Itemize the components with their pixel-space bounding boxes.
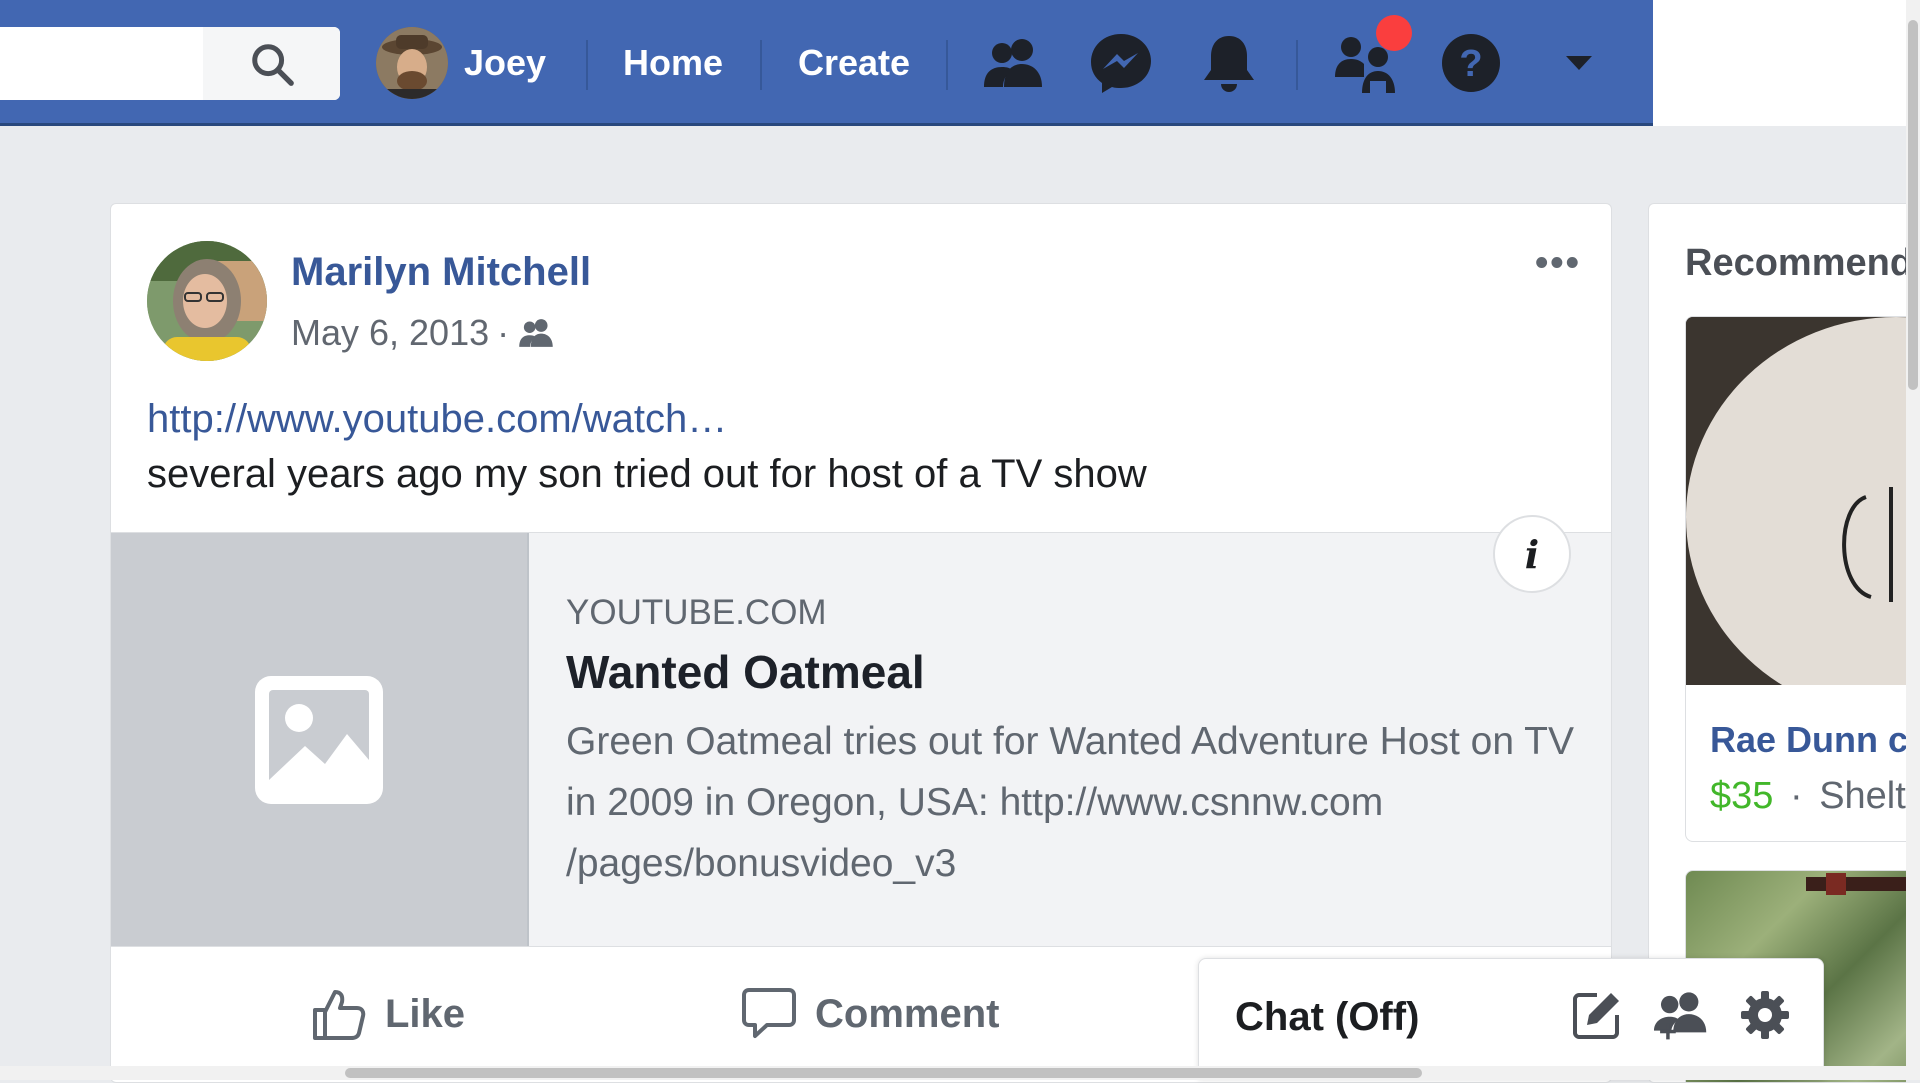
profile-link[interactable]: Joey bbox=[376, 0, 546, 126]
account-menu-icon[interactable] bbox=[1546, 0, 1612, 126]
recommendation-price: $35 bbox=[1710, 775, 1774, 817]
recommendations-heading: Recommend bbox=[1685, 242, 1906, 284]
recommendations-panel: Recommend Rae Dunn c $35 · Shelto bbox=[1648, 203, 1906, 1083]
notification-badge bbox=[1376, 15, 1412, 51]
help-icon[interactable]: ? bbox=[1436, 0, 1506, 126]
chat-settings-icon[interactable] bbox=[1737, 987, 1793, 1043]
more-options-button[interactable]: ••• bbox=[1535, 242, 1581, 285]
user-name-label: Joey bbox=[464, 42, 547, 83]
friends-icon[interactable] bbox=[978, 0, 1048, 126]
notifications-icon[interactable] bbox=[1194, 0, 1264, 126]
search-box bbox=[0, 27, 340, 100]
blank-area bbox=[1653, 0, 1906, 126]
preview-description: Green Oatmeal tries out for Wanted Adven… bbox=[566, 720, 1575, 885]
friends-audience-icon[interactable] bbox=[517, 318, 555, 348]
like-label: Like bbox=[385, 991, 466, 1036]
nav-divider bbox=[586, 40, 588, 90]
post-text: several years ago my son tried out for h… bbox=[147, 452, 1147, 496]
nav-divider bbox=[1296, 40, 1298, 90]
image-placeholder-icon bbox=[255, 675, 383, 804]
search-input[interactable] bbox=[0, 27, 200, 100]
messenger-icon[interactable] bbox=[1086, 0, 1156, 126]
vertical-scrollbar-thumb[interactable] bbox=[1908, 20, 1918, 390]
home-link[interactable]: Home bbox=[623, 0, 723, 126]
top-navigation-bar: Joey Home Create ? bbox=[0, 0, 1653, 126]
recommendation-price-row: $35 · Shelto bbox=[1710, 775, 1906, 818]
nav-divider bbox=[760, 40, 762, 90]
new-message-icon[interactable] bbox=[1569, 987, 1625, 1043]
recommendation-title[interactable]: Rae Dunn c bbox=[1710, 719, 1906, 761]
post-date-link[interactable]: May 6, 2013 bbox=[291, 312, 489, 354]
author-avatar[interactable] bbox=[147, 241, 267, 361]
create-link[interactable]: Create bbox=[798, 0, 910, 126]
search-icon bbox=[251, 43, 294, 86]
thumbs-up-icon bbox=[313, 990, 366, 1040]
meta-separator: · bbox=[497, 312, 510, 353]
preview-image-placeholder[interactable] bbox=[111, 533, 529, 946]
chat-bar[interactable]: Chat (Off) bbox=[1198, 958, 1824, 1080]
post-meta: May 6, 2013 · bbox=[291, 312, 555, 354]
recommendation-location: Shelto bbox=[1819, 775, 1906, 817]
horizontal-scrollbar-thumb[interactable] bbox=[345, 1068, 1422, 1078]
price-separator: · bbox=[1789, 775, 1803, 817]
chat-status-label[interactable]: Chat (Off) bbox=[1235, 995, 1419, 1040]
create-group-icon[interactable] bbox=[1653, 987, 1709, 1043]
recommendation-card[interactable]: Rae Dunn c $35 · Shelto bbox=[1685, 316, 1906, 842]
post-link[interactable]: http://www.youtube.com/watch… bbox=[147, 397, 727, 442]
post-card: Marilyn Mitchell May 6, 2013 · ••• http:… bbox=[110, 203, 1612, 1083]
search-button[interactable] bbox=[203, 27, 340, 100]
avatar bbox=[376, 27, 448, 99]
comment-label: Comment bbox=[815, 991, 1000, 1036]
preview-domain: YOUTUBE.COM bbox=[566, 593, 827, 632]
comment-button[interactable]: Comment bbox=[741, 974, 999, 1054]
recommendation-image[interactable] bbox=[1686, 317, 1906, 685]
author-name-link[interactable]: Marilyn Mitchell bbox=[291, 250, 591, 295]
like-button[interactable]: Like bbox=[311, 974, 465, 1054]
info-button[interactable]: i bbox=[1493, 515, 1571, 593]
svg-text:?: ? bbox=[1459, 43, 1482, 85]
preview-title[interactable]: Wanted Oatmeal bbox=[566, 645, 925, 699]
link-preview[interactable]: YOUTUBE.COM Wanted Oatmeal Green Oatmeal… bbox=[111, 515, 1611, 947]
comment-icon bbox=[742, 988, 796, 1038]
nav-divider bbox=[946, 40, 948, 90]
